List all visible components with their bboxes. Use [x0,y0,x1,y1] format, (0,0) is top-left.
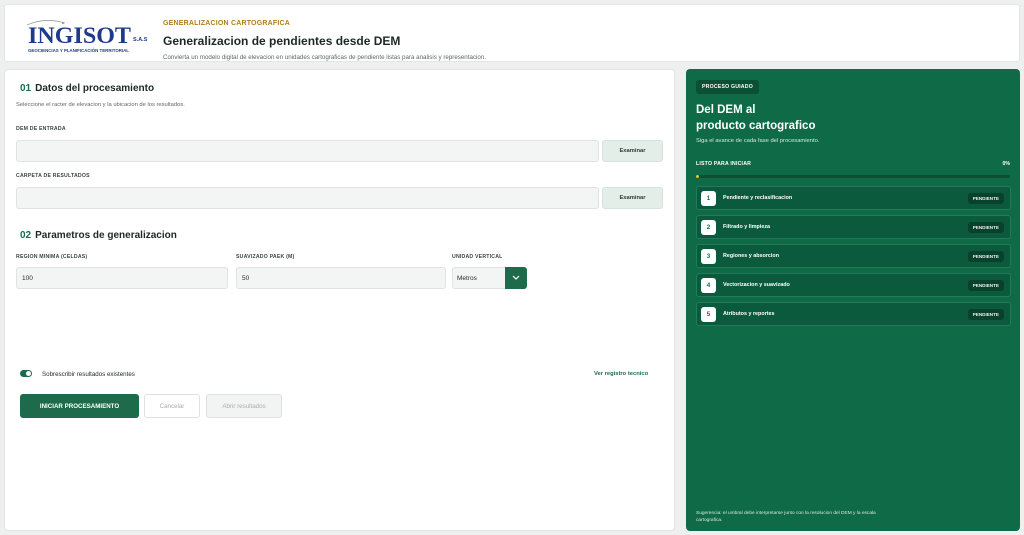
progress-bar [696,175,1010,178]
dem-input-field[interactable] [16,140,599,162]
section-number: 02 [20,230,32,241]
step-number: 2 [701,220,716,235]
step-status-badge: PENDIENTE [967,251,1004,262]
app-header: INGISOT S.A.S GEOCIENCIAS Y PLANIFICACIÓ… [4,4,1020,62]
step-number: 3 [701,249,716,264]
step-number: 4 [701,278,716,293]
guide-title: Del DEM al producto cartografico [696,102,896,134]
start-processing-button[interactable]: INICIAR PROCESAMIENTO [20,394,139,418]
step-label: Filtrado y limpieza [723,224,771,230]
browse-output-button[interactable]: Examinar [602,187,663,209]
logo-suffix: S.A.S [133,37,148,43]
technical-log-link[interactable]: Ver registro tecnico [594,371,648,377]
overwrite-toggle[interactable] [20,370,32,377]
section-processing-data-description: Seleccione el racter de elevacion y la u… [16,102,185,108]
output-folder-label: CARPETA DE RESULTADOS [16,173,90,179]
guided-process-badge: PROCESO GUIADO [696,80,759,94]
step-item: 3 Regiones y absorcion PENDIENTE [696,244,1011,268]
dem-input-label: DEM DE ENTRADA [16,126,66,132]
logo-wordmark: INGISOT [28,23,131,48]
guide-tip: Sugerencia: el umbral debe interpretarse… [696,511,876,523]
step-label: Regiones y absorcion [723,253,780,259]
min-region-input[interactable] [16,267,228,289]
guide-title-line-1: Del DEM al [696,104,756,116]
step-label: Pendiente y reclasificacion [723,195,793,201]
section-number: 01 [20,83,32,94]
chevron-down-icon[interactable] [505,267,527,289]
section-generalization-title: 02 Parametros de generalizacion [20,230,177,241]
logo-tagline: GEOCIENCIAS Y PLANIFICACIÓN TERRITORIAL [28,48,129,53]
step-status-badge: PENDIENTE [967,280,1004,291]
page-subtitle: Convierta un modelo digital de elevacion… [163,54,486,61]
step-item: 1 Pendiente y reclasificacion PENDIENTE [696,186,1011,210]
overwrite-toggle-label: Sobrescribir resultados existentes [42,371,135,378]
section-title-text: Datos del procesamiento [35,83,155,94]
browse-dem-button[interactable]: Examinar [602,140,663,162]
vertical-unit-select[interactable]: Metros [452,267,527,289]
cancel-button[interactable]: Cancelar [144,394,200,418]
guide-title-line-2: producto cartografico [696,120,816,132]
progress-bar-fill [696,175,699,178]
paek-smoothing-label: SUAVIZADO PAEK (M) [236,254,295,260]
paek-smoothing-input[interactable] [236,267,446,289]
progress-status-label: LISTO PARA INICIAR [696,161,752,167]
step-item: 5 Atributos y reportes PENDIENTE [696,302,1011,326]
step-status-badge: PENDIENTE [967,309,1004,320]
guided-process-panel: PROCESO GUIADO Del DEM al producto carto… [686,69,1020,531]
section-title-text: Parametros de generalizacion [35,230,177,241]
step-number: 1 [701,191,716,206]
step-status-badge: PENDIENTE [967,193,1004,204]
step-label: Atributos y reportes [723,311,775,317]
vertical-unit-label: UNIDAD VERTICAL [452,254,503,260]
section-processing-data-title: 01 Datos del procesamiento [20,83,154,94]
min-region-label: REGION MINIMA (CELDAS) [16,254,88,260]
open-results-button[interactable]: Abrir resultados [206,394,282,418]
ingisot-logo: INGISOT S.A.S GEOCIENCIAS Y PLANIFICACIÓ… [25,17,150,55]
step-number: 5 [701,307,716,322]
step-item: 2 Filtrado y limpieza PENDIENTE [696,215,1011,239]
page-title: Generalizacion de pendientes desde DEM [163,34,401,48]
step-status-badge: PENDIENTE [967,222,1004,233]
step-item: 4 Vectorizacion y suavizado PENDIENTE [696,273,1011,297]
processing-form-panel: 01 Datos del procesamiento Seleccione el … [4,69,675,531]
step-label: Vectorizacion y suavizado [723,282,790,288]
header-eyebrow: GENERALIZACION CARTOGRAFICA [163,20,290,27]
progress-percent: 0% [1002,161,1011,167]
guide-subtitle: Siga el avance de cada fase del procesam… [696,138,820,144]
output-folder-field[interactable] [16,187,599,209]
vertical-unit-value: Metros [457,275,477,282]
